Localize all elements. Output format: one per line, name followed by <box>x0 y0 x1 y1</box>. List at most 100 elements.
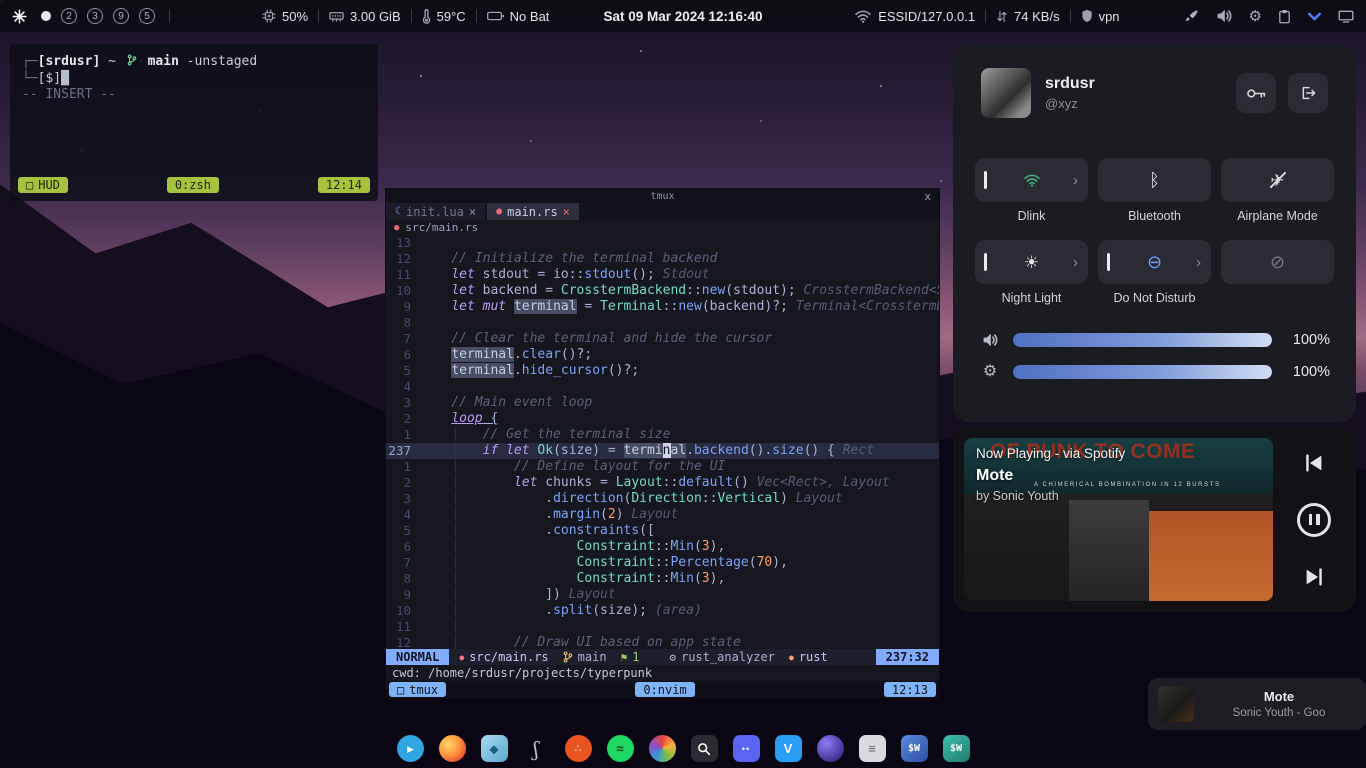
line-number: 3 <box>386 395 420 411</box>
session-name: HUD <box>38 178 60 192</box>
workspace-5[interactable]: 5 <box>139 8 155 24</box>
toggle-slash[interactable]: ⊘ <box>1221 240 1334 284</box>
tab-main-rs[interactable]: ●main.rs× <box>487 203 579 220</box>
system-stats: 50%3.00 GiB59°CNo Bat <box>262 9 549 24</box>
dock-ubuntu-icon[interactable]: ∴ <box>565 735 592 762</box>
code-text: │ Constraint::Min(3), <box>420 539 939 555</box>
tray-speaker-icon[interactable] <box>1215 8 1233 24</box>
code-text: terminal.clear()?; <box>420 347 939 363</box>
chevron-right-icon[interactable]: › <box>1073 254 1078 271</box>
album-art: OF PUNK TO COME A CHIMERICAL BOMBINATION… <box>964 438 1273 601</box>
net-wifi: ESSID/127.0.0.1 <box>854 9 975 24</box>
statusline-items: ●src/main.rsmain⚑1⚙rust_analyzer●rust <box>449 649 875 665</box>
battery-icon <box>487 11 504 21</box>
launcher-flower-icon[interactable] <box>12 9 27 24</box>
dock-discord-icon[interactable]: •• <box>733 735 760 762</box>
workspace-9[interactable]: 9 <box>113 8 129 24</box>
dock: ▸ ◆ ʃ ∴ ≈ •• V ≡ $W $W <box>0 735 1366 762</box>
tab-close-icon[interactable]: × <box>469 205 476 219</box>
tray-gear-icon[interactable]: ⚙ <box>1249 9 1262 24</box>
toggle-bluetooth[interactable]: ᛒ <box>1098 158 1211 202</box>
dock-photos-icon[interactable] <box>649 735 676 762</box>
tray-chevron-down-icon[interactable] <box>1307 11 1322 22</box>
close-icon[interactable]: x <box>924 189 931 203</box>
tray-icons: ⚙ <box>1184 8 1354 24</box>
media-player: OF PUNK TO COME A CHIMERICAL BOMBINATION… <box>953 427 1356 612</box>
tmux-session-badge[interactable]: □HUD <box>18 177 68 193</box>
toggle-cell: ⊘ <box>1221 240 1334 306</box>
code-text: │ // Get the terminal size <box>420 427 939 443</box>
active-indicator <box>1107 253 1110 271</box>
code-text: │ if let Ok(size) = terminal.backend().s… <box>420 443 939 459</box>
window-name: 0:nvim <box>643 683 686 697</box>
workspace-2[interactable]: 2 <box>61 8 77 24</box>
tab-init-lua[interactable]: ☾init.lua× <box>386 203 485 220</box>
dock-obsidian-icon[interactable] <box>817 735 844 762</box>
tray-clipboard-icon[interactable] <box>1278 9 1291 24</box>
toggle-dlink[interactable]: › <box>975 158 1088 202</box>
tab-close-icon[interactable]: × <box>563 205 570 219</box>
dock-spotify-icon[interactable]: ≈ <box>607 735 634 762</box>
workspace-active-dot[interactable] <box>41 11 51 21</box>
toggle-do-not-disturb[interactable]: ⊖› <box>1098 240 1211 284</box>
topbar-right: ESSID/127.0.0.174 KB/svpn ⚙ <box>854 8 1354 24</box>
toggle-night-light[interactable]: ☀› <box>975 240 1088 284</box>
tmux-session-badge[interactable]: □tmux <box>389 682 446 697</box>
toggle-airplane-mode[interactable]: ✈ <box>1221 158 1334 202</box>
dock-firefox-icon[interactable] <box>439 735 466 762</box>
code-line: 4 │ .margin(2) Layout <box>386 507 939 523</box>
pause-button[interactable] <box>1297 503 1331 537</box>
statusline: NORMAL ●src/main.rsmain⚑1⚙rust_analyzer●… <box>386 649 939 665</box>
code-area[interactable]: 1312 // Initialize the terminal backend1… <box>386 235 939 649</box>
line-number: 9 <box>386 587 420 603</box>
dock-wezterm-alt-icon[interactable]: $W <box>943 735 970 762</box>
avatar <box>981 68 1031 118</box>
gear-icon: ⚙ <box>669 650 676 664</box>
dock-telegram-icon[interactable]: ▸ <box>397 735 424 762</box>
code-line: 6 │ Constraint::Min(3), <box>386 539 939 555</box>
dock-vscode-icon[interactable]: V <box>775 735 802 762</box>
slash-icon: ⊘ <box>1270 253 1285 271</box>
code-line: 10 let backend = CrosstermBackend::new(s… <box>386 283 939 299</box>
notification[interactable]: Mote Sonic Youth - Goo <box>1148 678 1366 730</box>
branch-icon <box>127 54 137 66</box>
dock-screenshot-icon[interactable] <box>691 735 718 762</box>
statusline-filetype: ●rust <box>789 650 828 664</box>
line-number: 8 <box>386 315 420 331</box>
dock-shell-hook-icon[interactable]: ʃ <box>523 735 550 762</box>
tray-monitor-icon[interactable] <box>1338 10 1354 23</box>
terminal-window[interactable]: ┌─[srdusr] ~ main -unstaged└─[$]█-- INSE… <box>10 44 378 201</box>
logout-button[interactable] <box>1288 73 1328 113</box>
line-number: 6 <box>386 347 420 363</box>
code-text: │ Constraint::Percentage(70), <box>420 555 939 571</box>
statusline-value: src/main.rs <box>469 650 548 664</box>
active-indicator <box>984 253 987 271</box>
dock-trash-icon[interactable]: ≡ <box>859 735 886 762</box>
media-controls <box>1283 438 1345 601</box>
terminal-tmux-bar: □HUD 0:zsh 12:14 <box>18 177 370 193</box>
brightness-track[interactable] <box>1013 365 1272 379</box>
workspace-3[interactable]: 3 <box>87 8 103 24</box>
chevron-right-icon[interactable]: › <box>1073 172 1078 189</box>
tmux-window-badge[interactable]: 0:nvim <box>635 682 694 697</box>
line-number: 13 <box>386 235 420 251</box>
dock-wezterm-icon[interactable]: $W <box>901 735 928 762</box>
dock-qutebrowser-icon[interactable]: ◆ <box>481 735 508 762</box>
album-art-orange-block <box>1149 511 1273 601</box>
brightness-value: 100% <box>1284 364 1330 380</box>
tab-label: init.lua <box>406 205 464 219</box>
volume-track[interactable] <box>1013 333 1272 347</box>
previous-track-button[interactable] <box>1304 454 1324 472</box>
next-track-button[interactable] <box>1304 568 1324 586</box>
chevron-right-icon[interactable]: › <box>1196 254 1201 271</box>
code-line: 8 │ Constraint::Min(3), <box>386 571 939 587</box>
tmux-window-badge[interactable]: 0:zsh <box>167 177 219 193</box>
user-section: srdusr @xyz <box>975 68 1334 118</box>
tray-brush-icon[interactable] <box>1184 9 1199 24</box>
code-text: let backend = CrosstermBackend::new(stdo… <box>420 283 939 299</box>
key-button[interactable] <box>1236 73 1276 113</box>
dnd-icon: ⊖ <box>1147 253 1162 271</box>
rust-file-icon: ● <box>394 223 399 233</box>
editor-window[interactable]: tmux x ☾init.lua×●main.rs× ● src/main.rs… <box>385 188 940 699</box>
stat-battery: No Bat <box>487 9 550 24</box>
